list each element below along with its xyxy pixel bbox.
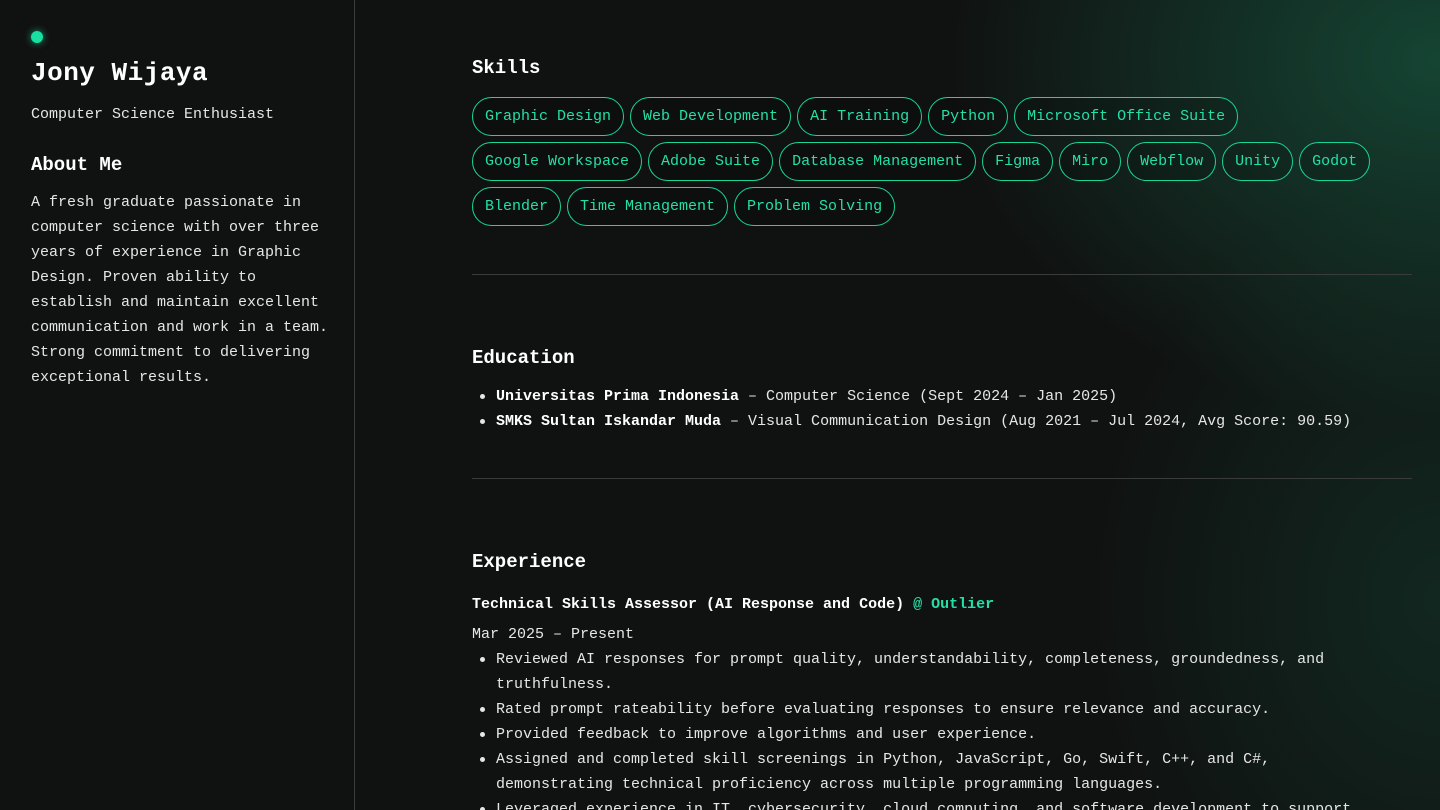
skill-pill: Blender: [472, 187, 562, 226]
skills-list: Graphic Design Web Development AI Traini…: [472, 97, 1412, 226]
education-list: Universitas Prima Indonesia – Computer S…: [472, 384, 1412, 434]
school-name: Universitas Prima Indonesia: [496, 388, 740, 405]
skill-pill: Web Development: [630, 97, 792, 136]
skill-pill: Problem Solving: [734, 187, 896, 226]
job-role: Technical Skills Assessor (AI Response a…: [472, 596, 905, 613]
skill-pill: Python: [928, 97, 1009, 136]
resume-page: Jony Wijaya Computer Science Enthusiast …: [0, 0, 1440, 810]
list-item: Reviewed AI responses for prompt quality…: [472, 647, 1392, 697]
skill-pill: Unity: [1222, 142, 1294, 181]
skill-pill: AI Training: [797, 97, 923, 136]
experience-title: Experience: [472, 551, 587, 573]
skill-pill: Microsoft Office Suite: [1014, 97, 1239, 136]
skills-title: Skills: [472, 57, 541, 79]
list-item: Universitas Prima Indonesia – Computer S…: [472, 384, 1412, 409]
skill-pill: Google Workspace: [472, 142, 643, 181]
skill-pill: Adobe Suite: [648, 142, 774, 181]
section-divider: [472, 478, 1412, 479]
job-bullets: Reviewed AI responses for prompt quality…: [472, 647, 1392, 810]
list-item: Rated prompt rateability before evaluati…: [472, 697, 1392, 722]
list-item: Provided feedback to improve algorithms …: [472, 722, 1392, 747]
skill-pill: Graphic Design: [472, 97, 625, 136]
skill-pill: Webflow: [1127, 142, 1217, 181]
school-name: SMKS Sultan Iskandar Muda: [496, 413, 722, 430]
status-dot-icon: [31, 31, 43, 43]
education-title: Education: [472, 347, 575, 369]
job-company: @ Outlier: [913, 596, 995, 613]
job-dates: Mar 2025 – Present: [472, 626, 635, 643]
about-text: A fresh graduate passionate in computer …: [31, 194, 329, 386]
list-item: Leveraged experience in IT, cybersecurit…: [472, 797, 1392, 810]
skill-pill: Godot: [1299, 142, 1371, 181]
school-details: – Visual Communication Design (Aug 2021 …: [721, 413, 1352, 430]
school-details: – Computer Science (Sept 2024 – Jan 2025…: [739, 388, 1118, 405]
sidebar: Jony Wijaya Computer Science Enthusiast …: [0, 0, 355, 810]
about-title: About Me: [31, 154, 123, 176]
profile-tagline: Computer Science Enthusiast: [31, 106, 275, 123]
section-divider: [472, 274, 1412, 275]
skill-pill: Figma: [982, 142, 1054, 181]
profile-name: Jony Wijaya: [31, 58, 209, 88]
list-item: SMKS Sultan Iskandar Muda – Visual Commu…: [472, 409, 1412, 434]
skill-pill: Time Management: [567, 187, 729, 226]
job-heading: Technical Skills Assessor (AI Response a…: [472, 596, 994, 613]
list-item: Assigned and completed skill screenings …: [472, 747, 1392, 797]
skill-pill: Database Management: [779, 142, 977, 181]
skill-pill: Miro: [1059, 142, 1122, 181]
